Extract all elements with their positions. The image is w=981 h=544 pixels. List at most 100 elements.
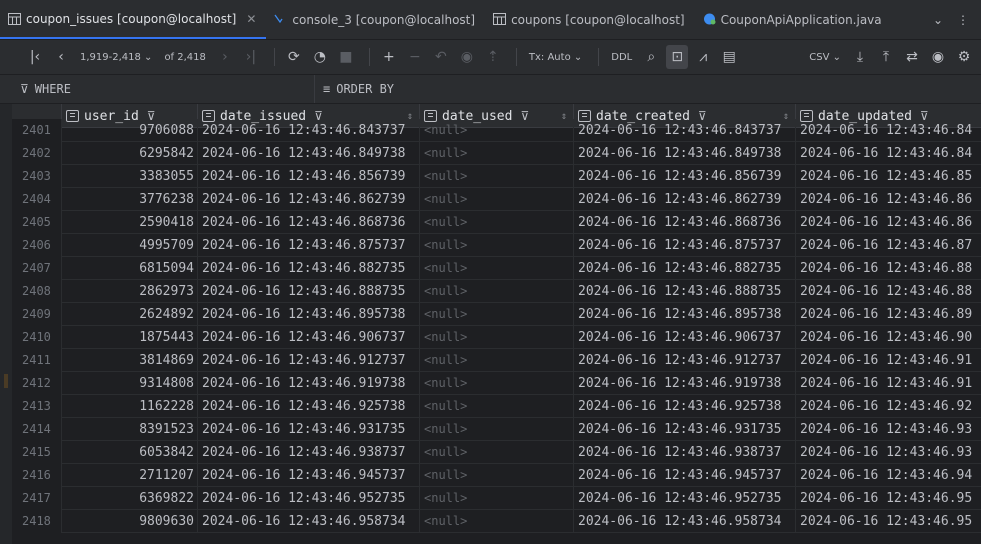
cell-date-used[interactable]: <null> xyxy=(420,142,574,165)
cell-date-created[interactable]: 2024-06-16 12:43:46.862739 xyxy=(574,188,796,211)
table-row[interactable]: 2405 2590418 2024-06-16 12:43:46.868736 <nu… xyxy=(0,211,981,234)
cell-date-created[interactable]: 2024-06-16 12:43:46.945737 xyxy=(574,464,796,487)
cell-user-id[interactable]: 6369822 xyxy=(62,487,198,510)
cell-user-id[interactable]: 2862973 xyxy=(62,280,198,303)
history-icon[interactable]: ◔ xyxy=(309,45,331,69)
cell-date-created[interactable]: 2024-06-16 12:43:46.952735 xyxy=(574,487,796,510)
table-row[interactable]: 2416 2711207 2024-06-16 12:43:46.945737 <nu… xyxy=(0,464,981,487)
pin-grid-icon[interactable]: ▤ xyxy=(718,45,740,69)
cell-date-created[interactable]: 2024-06-16 12:43:46.931735 xyxy=(574,418,796,441)
preview-changes-icon[interactable]: ◉ xyxy=(456,45,478,69)
cell-user-id[interactable]: 4995709 xyxy=(62,234,198,257)
cell-date-issued[interactable]: 2024-06-16 12:43:46.938737 xyxy=(198,441,420,464)
cell-user-id[interactable]: 3383055 xyxy=(62,165,198,188)
table-row[interactable]: 2414 8391523 2024-06-16 12:43:46.931735 <nu… xyxy=(0,418,981,441)
ddl-button[interactable]: DDL xyxy=(607,45,636,69)
cell-date-used[interactable]: <null> xyxy=(420,395,574,418)
cell-date-used[interactable]: <null> xyxy=(420,510,574,533)
cell-date-created[interactable]: 2024-06-16 12:43:46.875737 xyxy=(574,234,796,257)
table-row[interactable]: 2404 3776238 2024-06-16 12:43:46.862739 <nu… xyxy=(0,188,981,211)
cell-date-updated[interactable]: 2024-06-16 12:43:46.90 xyxy=(796,326,981,349)
order-by-field[interactable]: ≡ ORDER BY xyxy=(315,82,394,96)
cell-date-updated[interactable]: 2024-06-16 12:43:46.86 xyxy=(796,188,981,211)
close-icon[interactable]: ✕ xyxy=(246,12,256,26)
cell-date-issued[interactable]: 2024-06-16 12:43:46.958734 xyxy=(198,510,420,533)
cell-date-updated[interactable]: 2024-06-16 12:43:46.94 xyxy=(796,464,981,487)
transaction-mode-selector[interactable]: Tx: Auto ⌄ xyxy=(525,45,586,69)
cell-date-updated[interactable]: 2024-06-16 12:43:46.88 xyxy=(796,280,981,303)
stop-icon[interactable]: ■ xyxy=(335,45,357,69)
cell-date-updated[interactable]: 2024-06-16 12:43:46.87 xyxy=(796,234,981,257)
cell-date-updated[interactable]: 2024-06-16 12:43:46.95 xyxy=(796,487,981,510)
chevron-down-icon[interactable]: ⌄ xyxy=(933,13,943,27)
first-page-icon[interactable]: |‹ xyxy=(24,45,46,69)
cell-date-created[interactable]: 2024-06-16 12:43:46.843737 xyxy=(574,119,796,142)
delete-row-icon[interactable]: − xyxy=(404,45,426,69)
cell-date-issued[interactable]: 2024-06-16 12:43:46.875737 xyxy=(198,234,420,257)
cell-date-created[interactable]: 2024-06-16 12:43:46.895738 xyxy=(574,303,796,326)
cell-date-used[interactable]: <null> xyxy=(420,119,574,142)
cell-date-used[interactable]: <null> xyxy=(420,303,574,326)
search-icon[interactable]: ⌕ xyxy=(640,45,662,69)
cell-date-issued[interactable]: 2024-06-16 12:43:46.925738 xyxy=(198,395,420,418)
cell-date-used[interactable]: <null> xyxy=(420,211,574,234)
cell-date-used[interactable]: <null> xyxy=(420,372,574,395)
last-page-icon[interactable]: ›| xyxy=(240,45,262,69)
chart-icon[interactable]: ⩘ xyxy=(692,45,714,69)
cell-date-updated[interactable]: 2024-06-16 12:43:46.84 xyxy=(796,142,981,165)
cell-date-updated[interactable]: 2024-06-16 12:43:46.88 xyxy=(796,257,981,280)
table-row[interactable]: 2415 6053842 2024-06-16 12:43:46.938737 <nu… xyxy=(0,441,981,464)
table-row[interactable]: 2402 6295842 2024-06-16 12:43:46.849738 <nu… xyxy=(0,142,981,165)
export-format-selector[interactable]: CSV ⌄ xyxy=(805,45,845,69)
where-filter-field[interactable]: ⊽ WHERE xyxy=(0,75,315,103)
cell-date-issued[interactable]: 2024-06-16 12:43:46.868736 xyxy=(198,211,420,234)
cell-date-issued[interactable]: 2024-06-16 12:43:46.952735 xyxy=(198,487,420,510)
tab-coupon-issues[interactable]: coupon_issues [coupon@localhost] ✕ xyxy=(0,0,267,39)
cell-user-id[interactable]: 9706088 xyxy=(62,119,198,142)
view-icon[interactable]: ◉ xyxy=(927,45,949,69)
cell-date-created[interactable]: 2024-06-16 12:43:46.856739 xyxy=(574,165,796,188)
tab-coupons[interactable]: coupons [coupon@localhost] xyxy=(485,0,695,39)
cell-date-updated[interactable]: 2024-06-16 12:43:46.95 xyxy=(796,510,981,533)
cell-date-used[interactable]: <null> xyxy=(420,464,574,487)
table-row[interactable]: 2411 3814869 2024-06-16 12:43:46.912737 <nu… xyxy=(0,349,981,372)
cell-date-created[interactable]: 2024-06-16 12:43:46.919738 xyxy=(574,372,796,395)
cell-date-issued[interactable]: 2024-06-16 12:43:46.906737 xyxy=(198,326,420,349)
cell-date-issued[interactable]: 2024-06-16 12:43:46.912737 xyxy=(198,349,420,372)
cell-date-used[interactable]: <null> xyxy=(420,280,574,303)
prev-page-icon[interactable]: ‹ xyxy=(50,45,72,69)
settings-gear-icon[interactable]: ⚙ xyxy=(953,45,975,69)
cell-user-id[interactable]: 3776238 xyxy=(62,188,198,211)
cell-user-id[interactable]: 2711207 xyxy=(62,464,198,487)
cell-date-updated[interactable]: 2024-06-16 12:43:46.93 xyxy=(796,418,981,441)
filter-toggle-icon[interactable]: ⊡ xyxy=(666,45,689,69)
cell-date-issued[interactable]: 2024-06-16 12:43:46.931735 xyxy=(198,418,420,441)
download-icon[interactable]: ⤓ xyxy=(849,45,871,69)
cell-user-id[interactable]: 9809630 xyxy=(62,510,198,533)
cell-date-issued[interactable]: 2024-06-16 12:43:46.882735 xyxy=(198,257,420,280)
cell-date-used[interactable]: <null> xyxy=(420,441,574,464)
cell-date-used[interactable]: <null> xyxy=(420,234,574,257)
total-rows-label[interactable]: of 2,418 xyxy=(160,45,209,69)
cell-date-created[interactable]: 2024-06-16 12:43:46.925738 xyxy=(574,395,796,418)
cell-date-updated[interactable]: 2024-06-16 12:43:46.91 xyxy=(796,349,981,372)
cell-user-id[interactable]: 8391523 xyxy=(62,418,198,441)
cell-date-created[interactable]: 2024-06-16 12:43:46.906737 xyxy=(574,326,796,349)
cell-date-created[interactable]: 2024-06-16 12:43:46.868736 xyxy=(574,211,796,234)
more-vertical-icon[interactable]: ⋮ xyxy=(957,13,969,27)
table-row[interactable]: 2417 6369822 2024-06-16 12:43:46.952735 <nu… xyxy=(0,487,981,510)
cell-date-created[interactable]: 2024-06-16 12:43:46.938737 xyxy=(574,441,796,464)
tab-console-3[interactable]: console_3 [coupon@localhost] xyxy=(266,0,485,39)
cell-date-created[interactable]: 2024-06-16 12:43:46.849738 xyxy=(574,142,796,165)
table-row[interactable]: 2408 2862973 2024-06-16 12:43:46.888735 <nu… xyxy=(0,280,981,303)
table-row[interactable]: 2413 1162228 2024-06-16 12:43:46.925738 <nu… xyxy=(0,395,981,418)
cell-date-issued[interactable]: 2024-06-16 12:43:46.862739 xyxy=(198,188,420,211)
table-row[interactable]: 2407 6815094 2024-06-16 12:43:46.882735 <nu… xyxy=(0,257,981,280)
reload-icon[interactable]: ⟳ xyxy=(283,45,305,69)
revert-icon[interactable]: ↶ xyxy=(430,45,452,69)
cell-user-id[interactable]: 1875443 xyxy=(62,326,198,349)
page-range-selector[interactable]: 1,919-2,418 ⌄ xyxy=(76,45,156,69)
cell-date-updated[interactable]: 2024-06-16 12:43:46.91 xyxy=(796,372,981,395)
cell-user-id[interactable]: 6815094 xyxy=(62,257,198,280)
cell-date-used[interactable]: <null> xyxy=(420,188,574,211)
